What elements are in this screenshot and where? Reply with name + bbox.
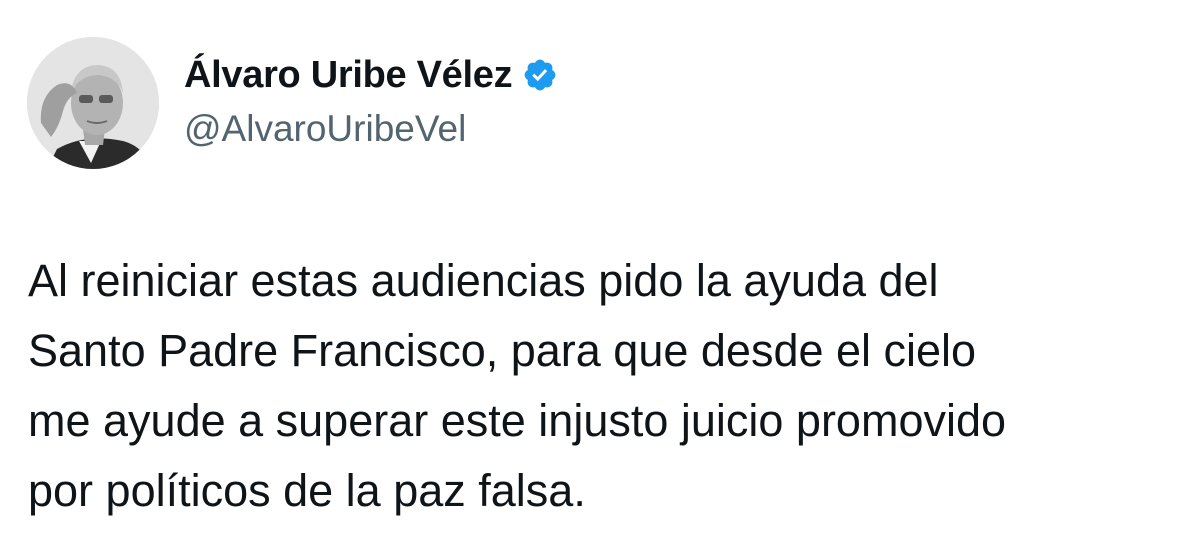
author-display-name[interactable]: Álvaro Uribe Vélez xyxy=(184,54,513,97)
verified-badge-icon[interactable] xyxy=(522,57,558,93)
tweet-text: Al reiniciar estas audiencias pido la ay… xyxy=(28,246,1158,526)
author-name-row: Álvaro Uribe Vélez xyxy=(184,50,558,100)
tweet-text-line: por políticos de la paz falsa. xyxy=(28,465,586,516)
tweet-text-line: Al reiniciar estas audiencias pido la ay… xyxy=(28,255,939,306)
avatar-photo xyxy=(27,37,159,169)
avatar[interactable] xyxy=(27,37,159,169)
tweet-text-line: Santo Padre Francisco, para que desde el… xyxy=(28,325,977,376)
tweet-text-line: me ayude a superar este injusto juicio p… xyxy=(28,395,1007,446)
tweet-card: Álvaro Uribe Vélez @AlvaroUribeVel Al re… xyxy=(0,0,1179,534)
author-handle[interactable]: @AlvaroUribeVel xyxy=(184,108,466,150)
